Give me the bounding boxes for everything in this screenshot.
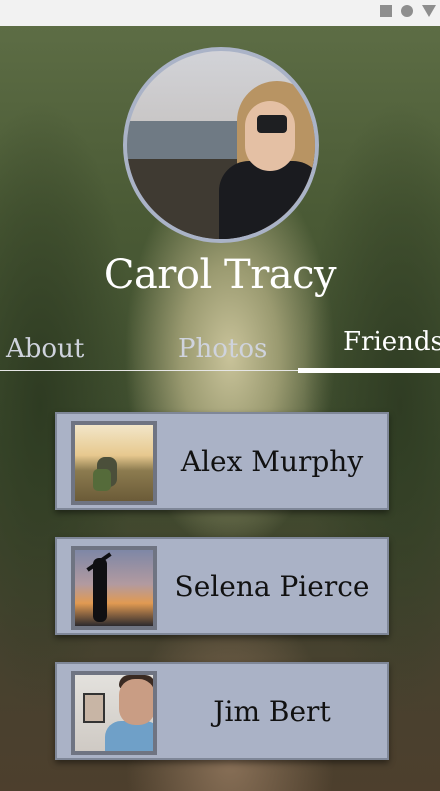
friend-card-selena-pierce[interactable]: Selena Pierce — [55, 537, 389, 635]
tab-about[interactable]: About — [6, 334, 84, 364]
square-icon — [380, 5, 392, 17]
friend-card-jim-bert[interactable]: Jim Bert — [55, 662, 389, 760]
tab-divider — [0, 370, 298, 371]
profile-name: Carol Tracy — [103, 252, 337, 298]
friend-photo — [71, 671, 157, 755]
friend-name: Selena Pierce — [174, 569, 370, 603]
active-tab-indicator — [298, 368, 440, 373]
status-icons — [380, 5, 436, 17]
friend-name: Alex Murphy — [180, 444, 364, 478]
profile-avatar[interactable] — [123, 47, 319, 243]
camera-icon — [257, 115, 287, 133]
friend-name: Jim Bert — [213, 694, 331, 728]
friend-photo — [71, 421, 157, 505]
friend-photo — [71, 546, 157, 630]
triangle-down-icon — [422, 5, 436, 17]
friend-card-alex-murphy[interactable]: Alex Murphy — [55, 412, 389, 510]
tab-friends[interactable]: Friends — [343, 327, 440, 357]
circle-icon — [401, 5, 413, 17]
tab-photos[interactable]: Photos — [178, 334, 267, 364]
status-bar — [0, 0, 440, 26]
